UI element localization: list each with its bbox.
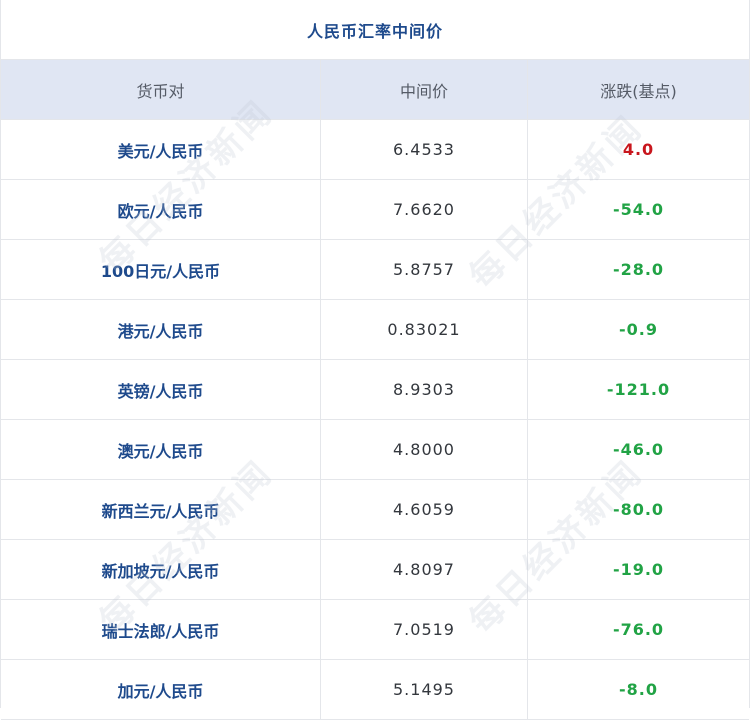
mid-rate-cell: 0.83021 <box>321 300 528 359</box>
header-pair: 货币对 <box>1 60 321 119</box>
mid-rate-cell: 4.6059 <box>321 480 528 539</box>
pair-cell: 澳元/人民币 <box>1 420 321 479</box>
change-cell: -0.9 <box>619 320 658 339</box>
mid-rate-cell: 5.1495 <box>321 660 528 719</box>
table-row: 加元/人民币 5.1495 -8.0 <box>1 660 749 720</box>
table-row: 美元/人民币 6.4533 4.0 <box>1 120 749 180</box>
title-row: 人民币汇率中间价 <box>1 0 749 60</box>
table-row: 100日元/人民币 5.8757 -28.0 <box>1 240 749 300</box>
table-row: 新加坡元/人民币 4.8097 -19.0 <box>1 540 749 600</box>
change-cell: -121.0 <box>606 380 671 399</box>
pair-cell: 英镑/人民币 <box>1 360 321 419</box>
change-cell: -46.0 <box>612 440 665 459</box>
pair-cell: 加元/人民币 <box>1 660 321 719</box>
pair-cell: 新加坡元/人民币 <box>1 540 321 599</box>
change-cell: 4.0 <box>622 140 655 159</box>
table-row: 港元/人民币 0.83021 -0.9 <box>1 300 749 360</box>
change-cell: -76.0 <box>612 620 665 639</box>
change-cell: -8.0 <box>619 680 658 699</box>
table-row: 澳元/人民币 4.8000 -46.0 <box>1 420 749 480</box>
mid-rate-cell: 5.8757 <box>321 240 528 299</box>
header-change: 涨跌(基点) <box>600 81 677 101</box>
pair-cell: 港元/人民币 <box>1 300 321 359</box>
pair-cell: 瑞士法郎/人民币 <box>1 600 321 659</box>
pair-cell: 欧元/人民币 <box>1 180 321 239</box>
table-body: 美元/人民币 6.4533 4.0 欧元/人民币 7.6620 -54.0 100日元/人民… <box>1 120 749 720</box>
change-cell: -80.0 <box>612 500 665 519</box>
change-cell: -54.0 <box>612 200 665 219</box>
mid-rate-cell: 7.6620 <box>321 180 528 239</box>
pair-cell: 新西兰元/人民币 <box>1 480 321 539</box>
mid-rate-cell: 4.8097 <box>321 540 528 599</box>
mid-rate-cell: 6.4533 <box>321 120 528 179</box>
pair-cell: 美元/人民币 <box>1 120 321 179</box>
change-cell: -28.0 <box>612 260 665 279</box>
pair-cell: 100日元/人民币 <box>1 240 321 299</box>
table-row: 英镑/人民币 8.9303 -121.0 <box>1 360 749 420</box>
table-row: 新西兰元/人民币 4.6059 -80.0 <box>1 480 749 540</box>
mid-rate-cell: 4.8000 <box>321 420 528 479</box>
mid-rate-cell: 8.9303 <box>321 360 528 419</box>
rate-table: 人民币汇率中间价 货币对 中间价 涨跌(基点) 美元/人民币 6.4533 4.0 欧… <box>0 0 750 720</box>
table-row: 瑞士法郎/人民币 7.0519 -76.0 <box>1 600 749 660</box>
mid-rate-cell: 7.0519 <box>321 600 528 659</box>
header-row: 货币对 中间价 涨跌(基点) <box>1 60 749 120</box>
table-row: 欧元/人民币 7.6620 -54.0 <box>1 180 749 240</box>
table-title: 人民币汇率中间价 <box>306 21 443 41</box>
header-mid: 中间价 <box>321 60 528 119</box>
change-cell: -19.0 <box>612 560 665 579</box>
